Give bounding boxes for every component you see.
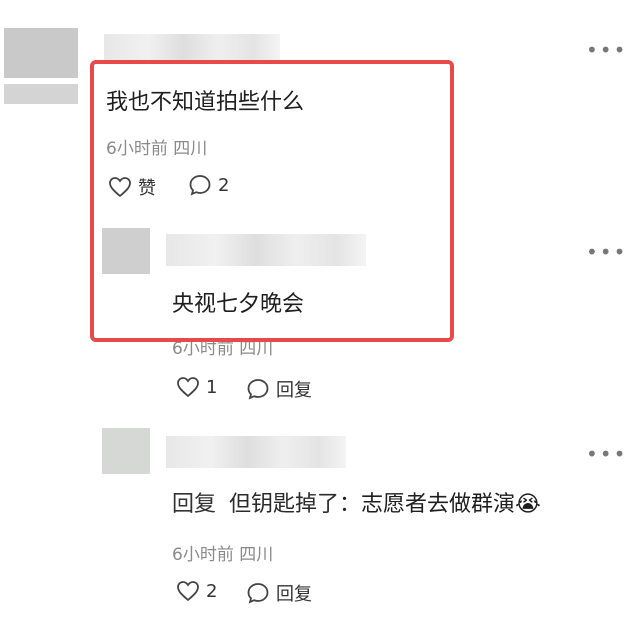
more-horizontal-icon: •••	[586, 442, 628, 466]
avatar[interactable]	[4, 28, 78, 78]
username[interactable]	[104, 34, 280, 62]
reply-label: 回复	[276, 584, 312, 605]
reply-avatar[interactable]	[102, 428, 150, 474]
more-horizontal-icon: •••	[586, 38, 628, 62]
reply-text-line: 回复 但钥匙掉了：志愿者去做群演😭	[172, 486, 541, 518]
heart-icon	[176, 580, 200, 602]
reply-separator: ：	[339, 492, 362, 517]
highlight-box	[90, 60, 454, 342]
avatar-extra-blur	[4, 84, 78, 104]
reply-target-user[interactable]: 但钥匙掉了	[229, 492, 339, 517]
crying-emoji: 😭	[515, 492, 541, 517]
heart-icon	[176, 376, 200, 398]
reply-like-button[interactable]: 2	[176, 580, 217, 602]
more-options-button[interactable]: •••	[586, 40, 627, 60]
reply-button[interactable]: 回复	[246, 376, 312, 402]
reply-text: 志愿者去做群演	[361, 492, 516, 517]
comment-bubble-icon	[246, 378, 270, 400]
reply-button[interactable]: 回复	[246, 580, 312, 606]
reply-like-count: 1	[206, 376, 218, 398]
reply-more-options-button[interactable]: •••	[586, 444, 627, 464]
reply-like-count: 2	[206, 580, 218, 602]
reply-prefix: 回复	[172, 492, 217, 517]
reply-like-button[interactable]: 1	[176, 376, 217, 398]
reply-label: 回复	[276, 380, 312, 401]
reply-more-options-button[interactable]: •••	[586, 242, 627, 262]
comment-bubble-icon	[246, 582, 270, 604]
reply-username[interactable]	[166, 436, 346, 468]
reply-meta: 6小时前 四川	[172, 545, 274, 565]
more-horizontal-icon: •••	[586, 240, 628, 264]
